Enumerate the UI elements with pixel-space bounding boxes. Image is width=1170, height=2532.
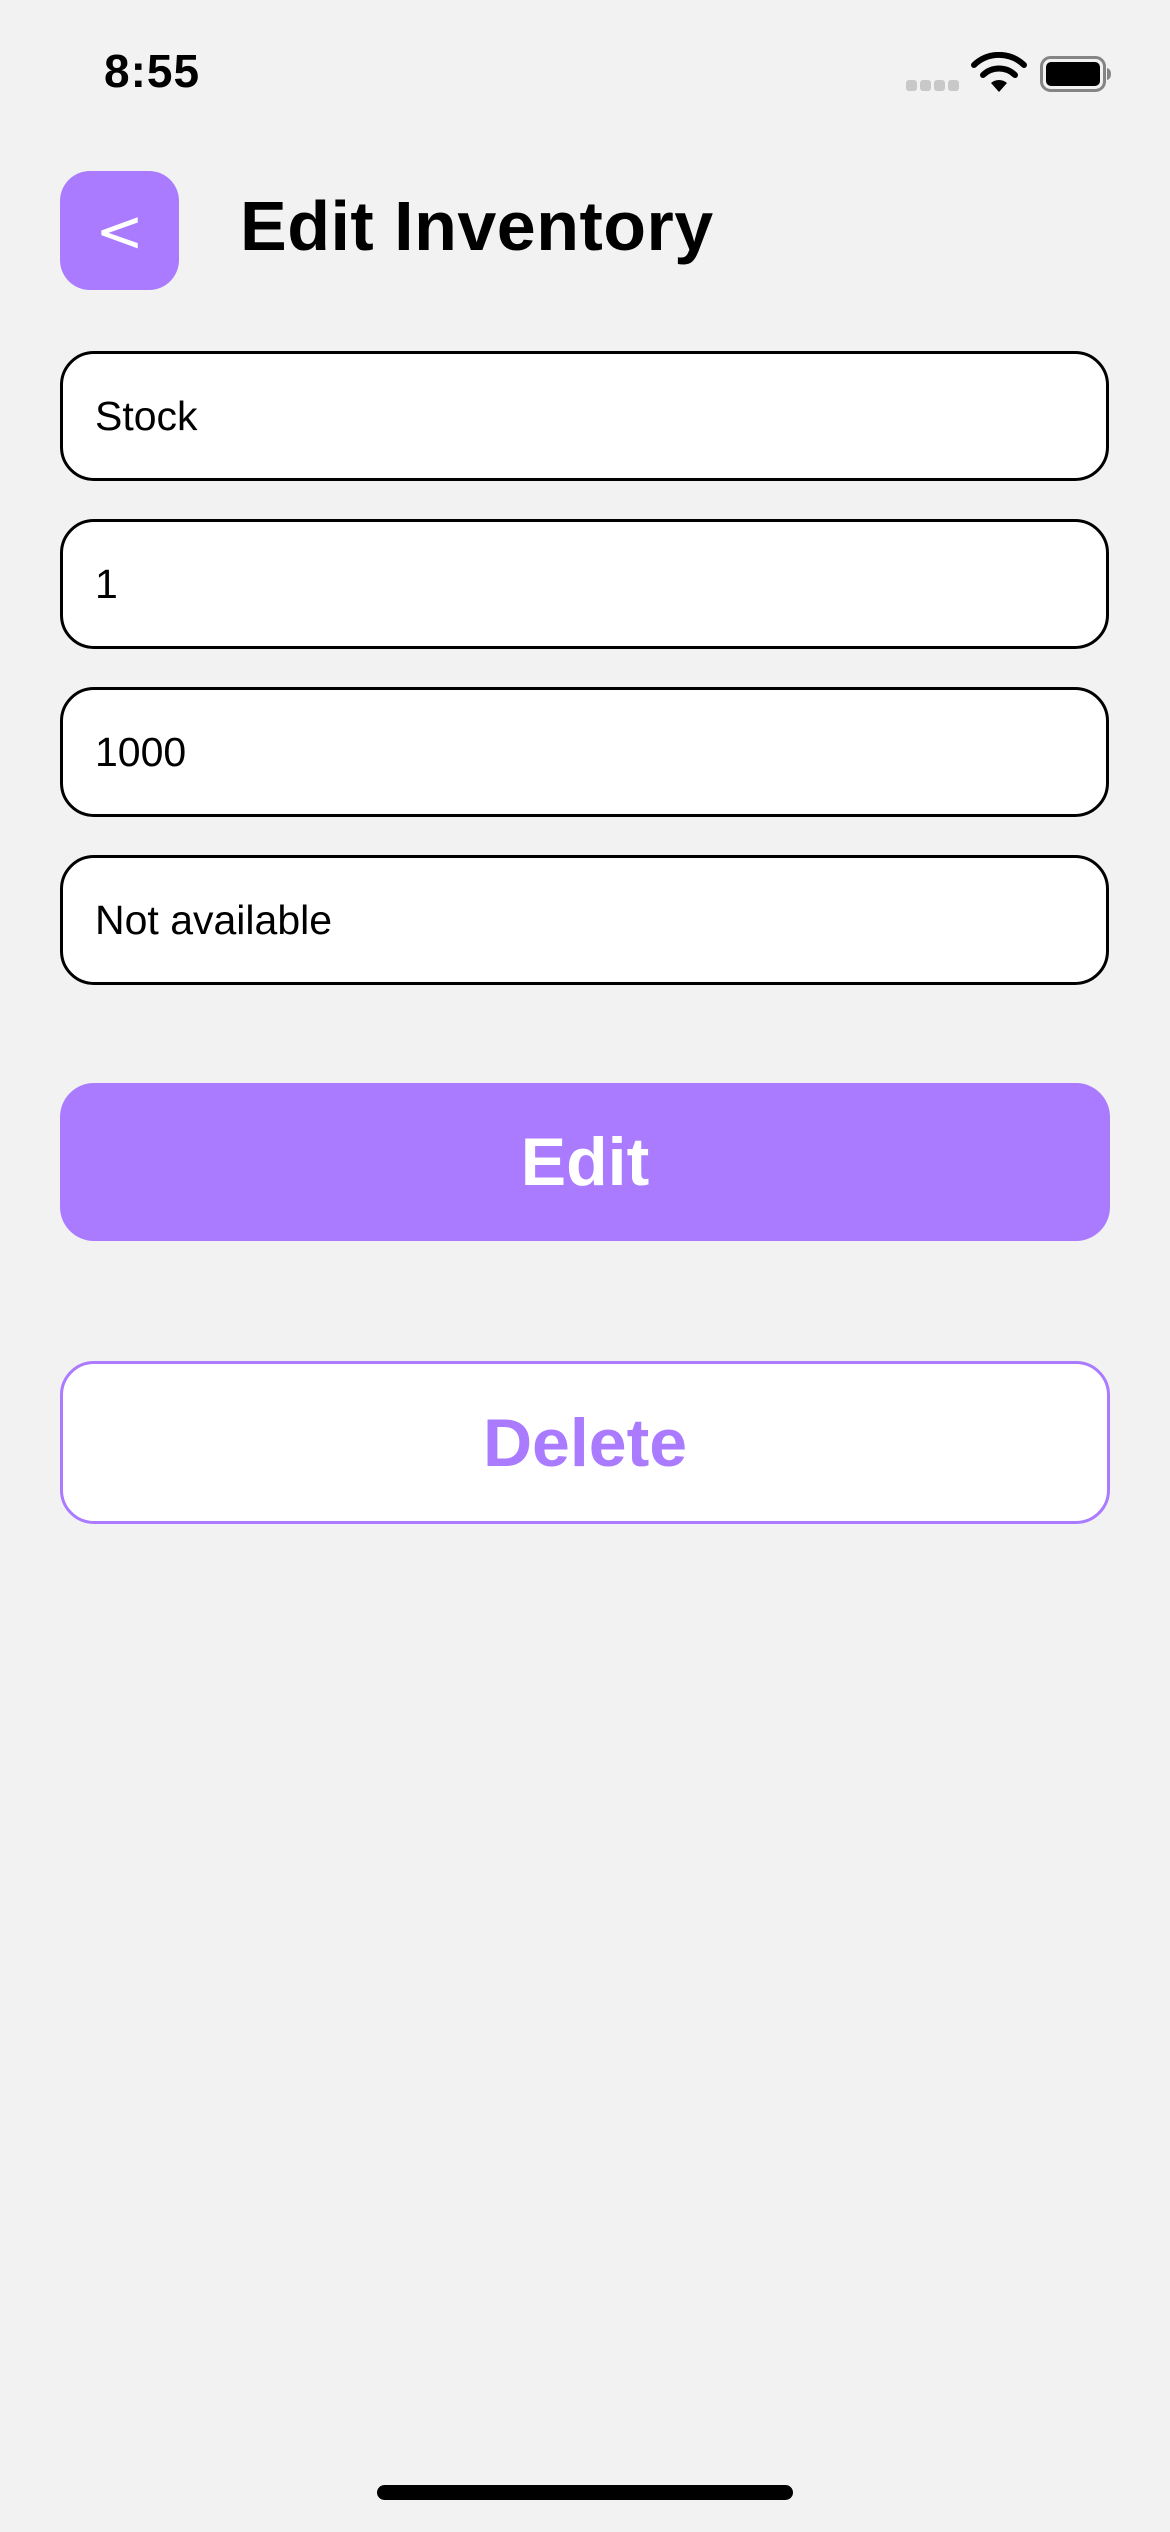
cellular-signal-icon xyxy=(906,80,959,92)
home-indicator[interactable] xyxy=(377,2485,793,2500)
availability-field[interactable] xyxy=(60,855,1109,985)
status-time: 8:55 xyxy=(104,45,201,97)
edit-button[interactable]: Edit xyxy=(60,1083,1110,1241)
delete-button[interactable]: Delete xyxy=(60,1361,1110,1524)
back-button[interactable]: < xyxy=(60,171,179,290)
status-bar: 8:55 xyxy=(0,0,1170,150)
price-field[interactable] xyxy=(60,687,1109,817)
wifi-icon xyxy=(971,52,1027,92)
quantity-field[interactable] xyxy=(60,519,1109,649)
page-title: Edit Inventory xyxy=(240,187,714,265)
item-name-field[interactable] xyxy=(60,351,1109,481)
battery-icon xyxy=(1040,56,1111,92)
